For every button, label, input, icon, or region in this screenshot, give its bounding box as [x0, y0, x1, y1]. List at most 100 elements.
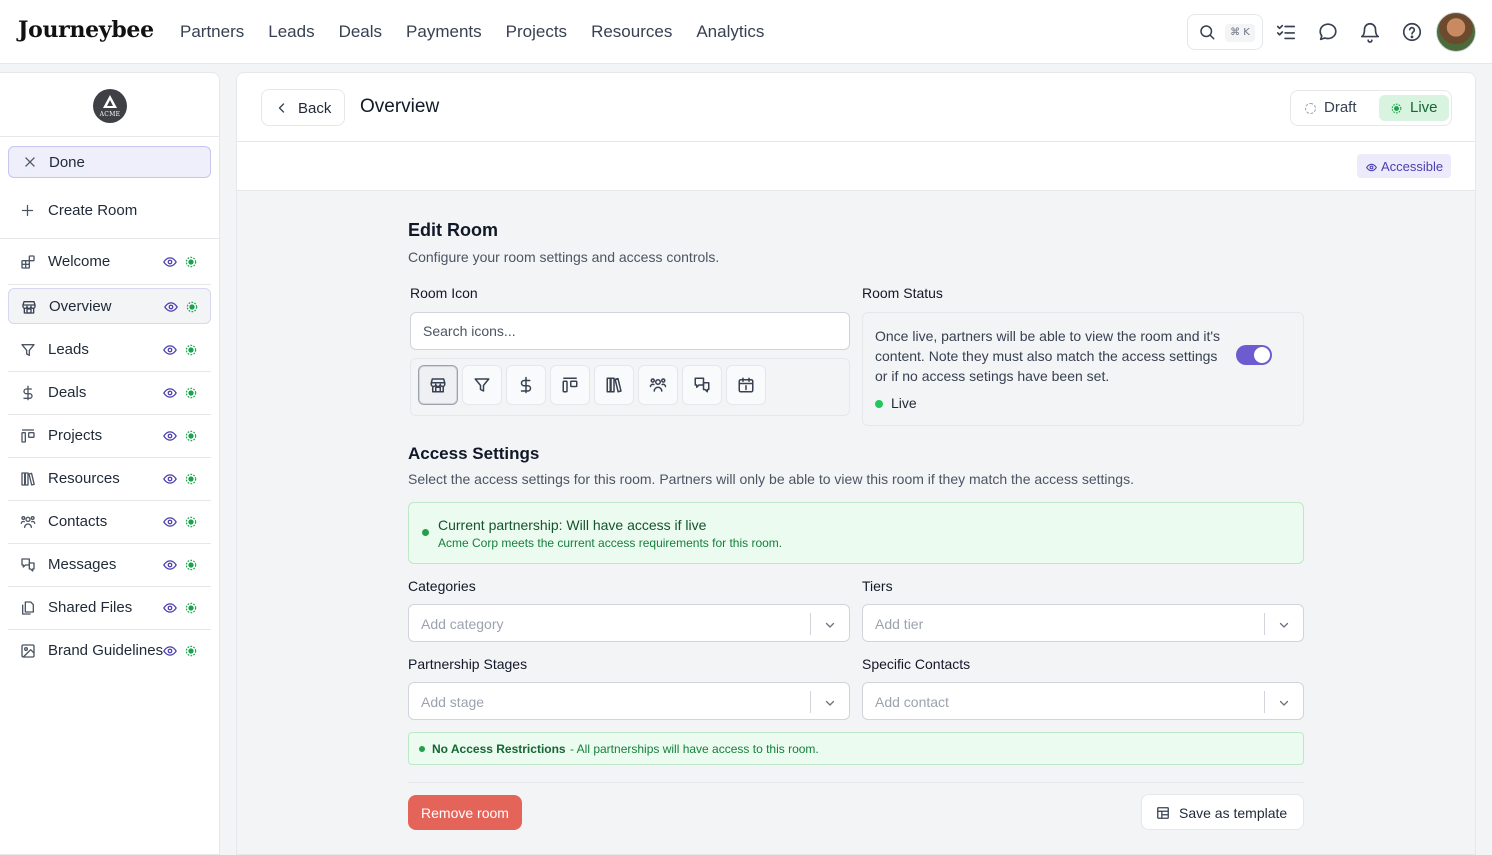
search-button[interactable]: ⌘ K: [1187, 14, 1263, 50]
divider: [8, 284, 211, 285]
publish-status-toggle: Draft Live: [1290, 90, 1452, 126]
access-settings-description: Select the access settings for this room…: [408, 471, 1134, 487]
icon-option-users[interactable]: [638, 365, 678, 405]
sidebar-item-leads[interactable]: Leads: [8, 332, 211, 368]
save-as-template-button[interactable]: Save as template: [1141, 794, 1304, 830]
sidebar-item-projects[interactable]: Projects: [8, 418, 211, 454]
back-button[interactable]: Back: [261, 89, 345, 126]
nav-link-leads[interactable]: Leads: [268, 22, 314, 42]
contacts-select[interactable]: Add contact: [862, 682, 1304, 720]
icon-option-messages[interactable]: [682, 365, 722, 405]
eye-icon[interactable]: [163, 429, 177, 443]
stages-label: Partnership Stages: [408, 656, 528, 672]
eye-icon[interactable]: [163, 644, 177, 658]
nav-link-partners[interactable]: Partners: [180, 22, 244, 42]
dollar-icon: [20, 385, 36, 401]
brand-logo[interactable]: Journeybee: [18, 17, 154, 43]
sidebar-item-overview[interactable]: Overview: [8, 288, 211, 324]
nav-link-payments[interactable]: Payments: [406, 22, 482, 42]
icon-option-kanban[interactable]: [550, 365, 590, 405]
access-status-detail: Acme Corp meets the current access requi…: [438, 536, 783, 550]
calendar-icon: [738, 377, 754, 393]
sidebar-item-label: Resources: [48, 470, 120, 487]
nav-link-projects[interactable]: Projects: [506, 22, 567, 42]
eye-icon[interactable]: [163, 343, 177, 357]
store-icon: [21, 299, 37, 315]
live-status-icon: [184, 255, 198, 269]
done-label: Done: [49, 154, 85, 171]
sidebar-item-resources[interactable]: Resources: [8, 461, 211, 497]
toggle-knob: [1254, 347, 1270, 363]
icon-option-library[interactable]: [594, 365, 634, 405]
eye-icon[interactable]: [163, 558, 177, 572]
nav-link-analytics[interactable]: Analytics: [696, 22, 764, 42]
form-title: Edit Room: [408, 220, 498, 240]
user-avatar[interactable]: [1436, 12, 1476, 52]
eye-icon[interactable]: [163, 255, 177, 269]
select-separator: [1264, 691, 1265, 713]
eye-icon[interactable]: [163, 515, 177, 529]
blocks-icon: [20, 254, 36, 270]
image-icon: [20, 643, 36, 659]
eye-icon[interactable]: [163, 472, 177, 486]
store-icon: [430, 378, 446, 393]
room-status-box: Once live, partners will be able to view…: [862, 312, 1304, 426]
divider: [8, 629, 211, 630]
divider: [8, 371, 211, 372]
create-room-button[interactable]: Create Room: [8, 193, 211, 229]
dollar-icon: [520, 376, 532, 394]
eye-icon[interactable]: [163, 386, 177, 400]
kanban-icon: [562, 377, 578, 393]
sidebar-item-brand-guidelines[interactable]: Brand Guidelines: [8, 633, 211, 669]
eye-icon[interactable]: [163, 601, 177, 615]
live-status-icon: [184, 472, 198, 486]
status-live-option[interactable]: Live: [1379, 95, 1449, 121]
sidebar-item-label: Messages: [48, 556, 117, 573]
chevron-down-icon: [824, 619, 836, 631]
remove-room-button[interactable]: Remove room: [408, 795, 522, 830]
eye-icon[interactable]: [164, 300, 178, 314]
chat-icon[interactable]: [1317, 21, 1339, 43]
org-logo: ACME: [93, 89, 127, 123]
sidebar-item-messages[interactable]: Messages: [8, 547, 211, 583]
sidebar-item-label: Welcome: [48, 253, 111, 270]
sidebar-item-deals[interactable]: Deals: [8, 375, 211, 411]
tiers-select[interactable]: Add tier: [862, 604, 1304, 642]
select-separator: [810, 613, 811, 635]
room-live-toggle[interactable]: [1236, 345, 1272, 365]
icon-option-funnel[interactable]: [462, 365, 502, 405]
live-dot: [875, 400, 883, 408]
sidebar-item-shared-files[interactable]: Shared Files: [8, 590, 211, 626]
categories-select[interactable]: Add category: [408, 604, 850, 642]
contacts-label: Specific Contacts: [862, 656, 971, 672]
room-status-description: Once live, partners will be able to view…: [875, 328, 1221, 384]
plus-icon: [20, 203, 35, 218]
status-dot: [419, 746, 425, 752]
nav-link-deals[interactable]: Deals: [339, 22, 382, 42]
tiers-placeholder: Add tier: [875, 616, 924, 632]
nav-link-resources[interactable]: Resources: [591, 22, 672, 42]
done-button[interactable]: Done: [8, 146, 211, 178]
divider: [0, 136, 219, 137]
sidebar-item-welcome[interactable]: Welcome: [8, 244, 211, 280]
bell-icon[interactable]: [1359, 21, 1381, 43]
stages-select[interactable]: Add stage: [408, 682, 850, 720]
icon-option-calendar[interactable]: [726, 365, 766, 405]
icon-option-dollar[interactable]: [506, 365, 546, 405]
tasks-icon[interactable]: [1275, 21, 1297, 43]
library-icon: [20, 471, 36, 487]
icon-search-input[interactable]: [410, 312, 850, 350]
icon-option-store[interactable]: [418, 365, 458, 405]
kanban-icon: [20, 428, 36, 444]
room-sidebar: ACME Done Create Room Welcome Overview L…: [0, 72, 220, 855]
page-title: Overview: [360, 96, 440, 117]
help-icon[interactable]: [1401, 21, 1423, 43]
panel-header: Back Overview Draft Live: [237, 73, 1475, 142]
status-draft-option[interactable]: Draft: [1297, 95, 1375, 121]
divider: [8, 414, 211, 415]
sidebar-item-contacts[interactable]: Contacts: [8, 504, 211, 540]
eye-icon: [1366, 162, 1377, 173]
chevron-down-icon: [1278, 619, 1290, 631]
chevron-down-icon: [824, 697, 836, 709]
live-status-icon: [184, 558, 198, 572]
